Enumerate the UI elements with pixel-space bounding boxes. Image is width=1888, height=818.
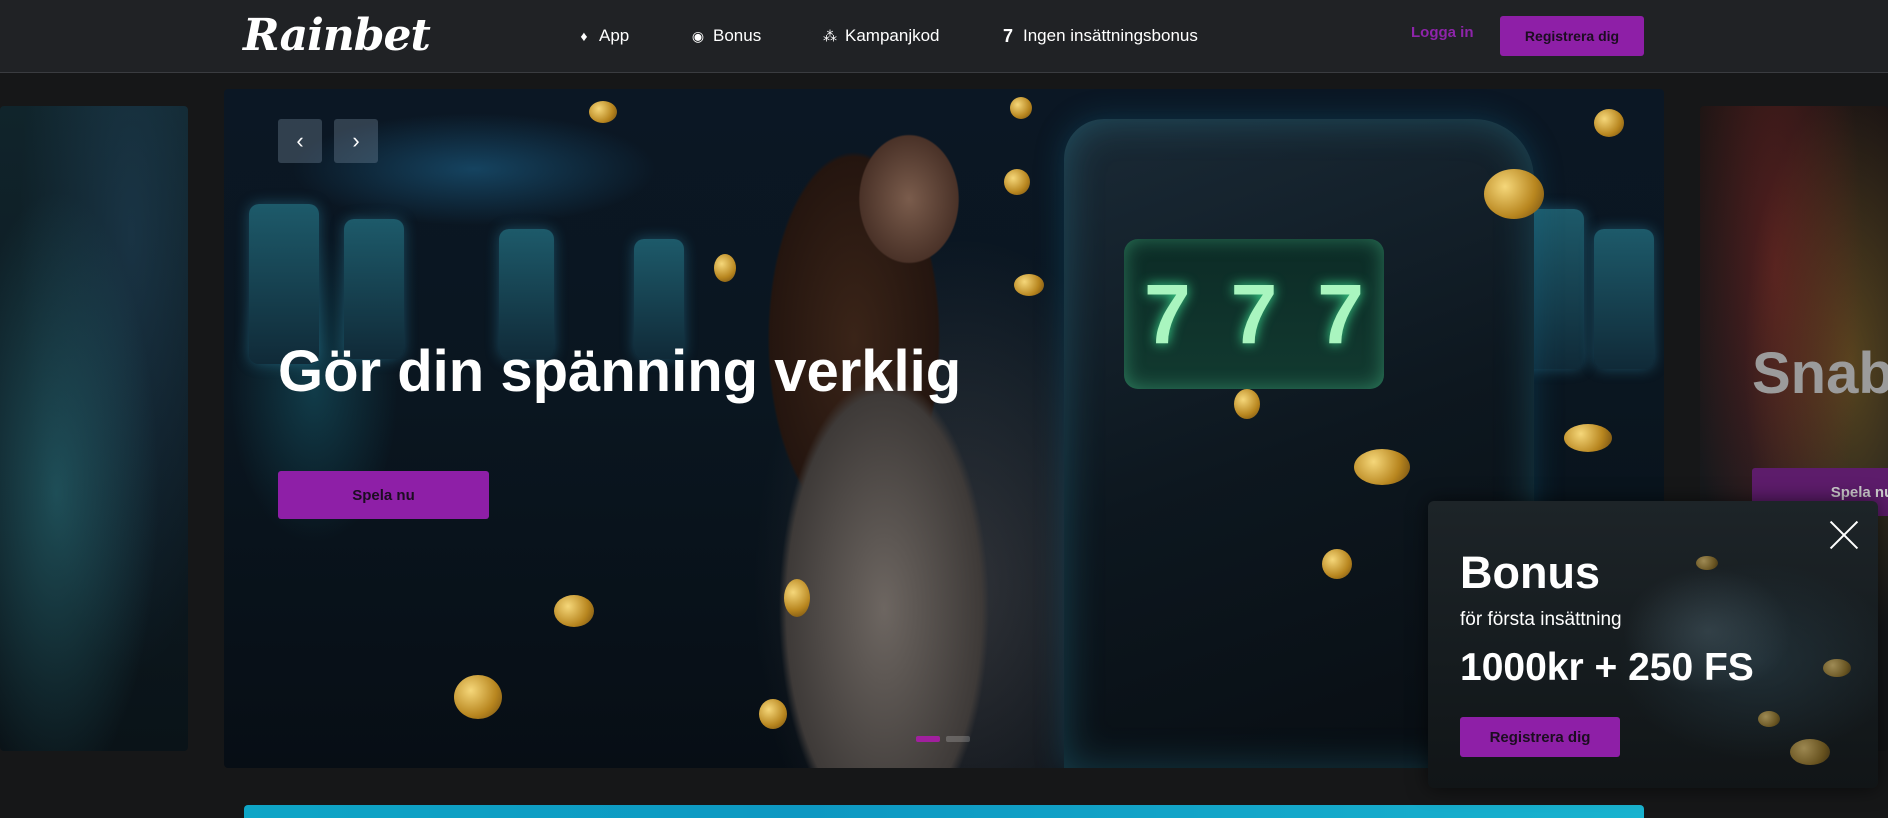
popup-register-button[interactable]: Registrera dig — [1460, 717, 1620, 757]
gold-coin — [454, 675, 502, 719]
nav-item-label: Kampanjkod — [845, 26, 940, 45]
register-button[interactable]: Registrera dig — [1500, 16, 1644, 56]
carousel-dots — [916, 736, 970, 742]
gold-coin — [1014, 274, 1044, 296]
gold-coin — [1322, 549, 1352, 579]
slot-machine-image — [1594, 229, 1654, 369]
gold-coin — [1823, 659, 1851, 677]
bonus-popup: Bonus för första insättning 1000kr + 250… — [1428, 501, 1878, 788]
gold-coin — [714, 254, 736, 282]
reel-symbol: 7 — [1317, 266, 1364, 361]
carousel-dot[interactable] — [946, 736, 970, 742]
reel-symbol: 7 — [1230, 266, 1278, 361]
nav-item-kampanjkod[interactable]: ⁂ Kampanjkod — [822, 23, 940, 49]
gold-coin — [784, 579, 810, 617]
diamond-icon: ♦ — [580, 28, 588, 44]
nav-item-label: Ingen insättningsbonus — [1023, 26, 1198, 45]
close-icon[interactable] — [1828, 519, 1860, 551]
nav-item-label: Bonus — [713, 26, 762, 45]
nav-item-bonus[interactable]: ◉ Bonus — [690, 23, 761, 49]
carousel-next-button[interactable]: › — [334, 119, 378, 163]
carousel-dot[interactable] — [916, 736, 940, 742]
gold-coin — [1790, 739, 1830, 765]
gold-coin — [1354, 449, 1410, 485]
nav-item-no-deposit-bonus[interactable]: 7 Ingen insättningsbonus — [1000, 23, 1198, 49]
gold-coin — [1234, 389, 1260, 419]
rainbet-logo[interactable]: Rainbet — [243, 10, 431, 62]
slot-reels: 7 7 7 — [1124, 239, 1384, 389]
woman-image — [694, 89, 1044, 768]
promo-banner[interactable] — [244, 805, 1644, 818]
nodes-icon: ⁂ — [823, 28, 837, 44]
gold-coin — [554, 595, 594, 627]
gold-coin — [1484, 169, 1544, 219]
gold-coin — [1696, 556, 1718, 570]
carousel-prev-button[interactable]: ‹ — [278, 119, 322, 163]
gold-coin — [759, 699, 787, 729]
play-now-button[interactable]: Spela nu — [278, 471, 489, 519]
chevron-left-icon: ‹ — [296, 128, 304, 153]
gold-coin — [1004, 169, 1030, 195]
top-header: Rainbet ♦ App ◉ Bonus ⁂ Kampanjkod 7 Ing… — [0, 0, 1888, 73]
hero-title: Gör din spänning verklig — [278, 339, 962, 404]
nav-item-app[interactable]: ♦ App — [576, 23, 629, 49]
gold-coin — [1594, 109, 1624, 137]
popup-title: Bonus — [1460, 547, 1600, 598]
previous-slide-preview[interactable] — [0, 106, 188, 751]
gold-coin — [1564, 424, 1612, 452]
gold-coin — [589, 101, 617, 123]
reel-symbol: 7 — [1143, 266, 1191, 361]
coin-icon: ◉ — [691, 28, 705, 44]
login-link[interactable]: Logga in — [1411, 24, 1474, 41]
gold-coin — [1758, 711, 1780, 727]
gold-coin — [1010, 97, 1032, 119]
next-slide-title: Snabbt och enkelt — [1752, 341, 1888, 406]
nav-item-label: App — [599, 26, 630, 45]
seven-icon: 7 — [1002, 26, 1013, 46]
popup-bonus-amount: 1000kr + 250 FS — [1460, 646, 1754, 689]
popup-subtitle: för första insättning — [1460, 609, 1622, 630]
chevron-right-icon: › — [352, 128, 360, 153]
slot-machine-image — [344, 219, 404, 359]
